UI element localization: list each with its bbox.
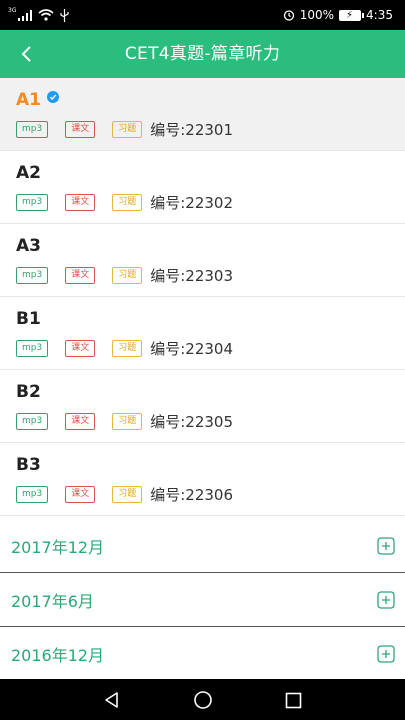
section-header[interactable]: 2016年12月 — [0, 627, 405, 681]
item-tags: mp3 课文 习题 编号:22304 — [16, 338, 233, 359]
text-tag[interactable]: 课文 — [65, 486, 96, 503]
page-title: CET4真题-篇章听力 — [124, 44, 281, 64]
circle-home-icon — [194, 691, 212, 709]
list-item[interactable]: A1 mp3 课文 习题 编号:22301 — [0, 78, 405, 151]
nav-home-button[interactable] — [190, 687, 216, 713]
item-code: 编号:22305 — [150, 413, 234, 431]
item-title: A2 — [16, 163, 41, 183]
item-code: 编号:22302 — [150, 194, 234, 212]
mp3-tag[interactable]: mp3 — [16, 340, 49, 357]
section-label: 2016年12月 — [11, 646, 105, 665]
battery-icon: ⚡ — [339, 9, 365, 21]
year-sections: 2017年12月 2017年6月 2016年12月 — [0, 519, 405, 681]
text-tag[interactable]: 课文 — [65, 121, 96, 138]
item-code: 编号:22306 — [150, 486, 234, 504]
item-tags: mp3 课文 习题 编号:22302 — [16, 192, 233, 213]
mp3-tag[interactable]: mp3 — [16, 121, 49, 138]
item-title: A3 — [16, 236, 41, 256]
lesson-list: A1 mp3 课文 习题 编号:22301 A2 mp3 课文 习题 编号:22… — [0, 78, 405, 516]
nav-recents-button[interactable] — [280, 687, 306, 713]
square-recents-icon — [285, 692, 301, 708]
item-tags: mp3 课文 习题 编号:22305 — [16, 411, 233, 432]
text-tag[interactable]: 课文 — [65, 340, 96, 357]
system-nav-bar — [0, 679, 405, 720]
item-title: B1 — [16, 309, 41, 329]
signal-icon — [18, 9, 33, 21]
text-tag[interactable]: 课文 — [65, 194, 96, 211]
nav-back-button[interactable] — [99, 687, 125, 713]
mp3-tag[interactable]: mp3 — [16, 486, 49, 503]
section-header[interactable]: 2017年6月 — [0, 573, 405, 627]
item-code: 编号:22301 — [150, 121, 234, 139]
network-type: 3G — [8, 6, 17, 14]
item-title: A1 — [16, 90, 41, 110]
list-item[interactable]: B3 mp3 课文 习题 编号:22306 — [0, 443, 405, 516]
expand-plus-icon[interactable] — [377, 537, 395, 555]
app-bar: CET4真题-篇章听力 — [0, 30, 405, 78]
mp3-tag[interactable]: mp3 — [16, 267, 49, 284]
section-header[interactable]: 2017年12月 — [0, 519, 405, 573]
item-code: 编号:22303 — [150, 267, 234, 285]
list-item[interactable]: A2 mp3 课文 习题 编号:22302 — [0, 151, 405, 224]
usb-icon — [60, 8, 70, 22]
exercise-tag[interactable]: 习题 — [112, 340, 143, 357]
status-bar: 3G 100% ⚡ 4:35 — [0, 0, 405, 30]
verified-icon — [47, 91, 59, 103]
text-tag[interactable]: 课文 — [65, 413, 96, 430]
item-tags: mp3 课文 习题 编号:22306 — [16, 484, 233, 505]
list-item[interactable]: B1 mp3 课文 习题 编号:22304 — [0, 297, 405, 370]
section-label: 2017年6月 — [11, 592, 94, 611]
mp3-tag[interactable]: mp3 — [16, 194, 49, 211]
expand-plus-icon[interactable] — [377, 645, 395, 663]
list-item[interactable]: B2 mp3 课文 习题 编号:22305 — [0, 370, 405, 443]
list-item[interactable]: A3 mp3 课文 习题 编号:22303 — [0, 224, 405, 297]
expand-plus-icon[interactable] — [377, 591, 395, 609]
exercise-tag[interactable]: 习题 — [112, 194, 143, 211]
exercise-tag[interactable]: 习题 — [112, 413, 143, 430]
item-tags: mp3 课文 习题 编号:22301 — [16, 119, 233, 140]
item-code: 编号:22304 — [150, 340, 234, 358]
item-title: B3 — [16, 455, 41, 475]
wifi-icon — [38, 9, 54, 21]
triangle-back-icon — [105, 692, 118, 708]
status-left: 3G — [8, 0, 70, 30]
exercise-tag[interactable]: 习题 — [112, 486, 143, 503]
status-right: 100% ⚡ 4:35 — [283, 0, 393, 30]
exercise-tag[interactable]: 习题 — [112, 267, 143, 284]
item-title: B2 — [16, 382, 41, 402]
text-tag[interactable]: 课文 — [65, 267, 96, 284]
mp3-tag[interactable]: mp3 — [16, 413, 49, 430]
item-tags: mp3 课文 习题 编号:22303 — [16, 265, 233, 286]
section-label: 2017年12月 — [11, 538, 105, 557]
battery-percent: 100% — [299, 8, 335, 22]
exercise-tag[interactable]: 习题 — [112, 121, 143, 138]
alarm-icon — [283, 10, 294, 21]
clock: 4:35 — [366, 8, 393, 22]
